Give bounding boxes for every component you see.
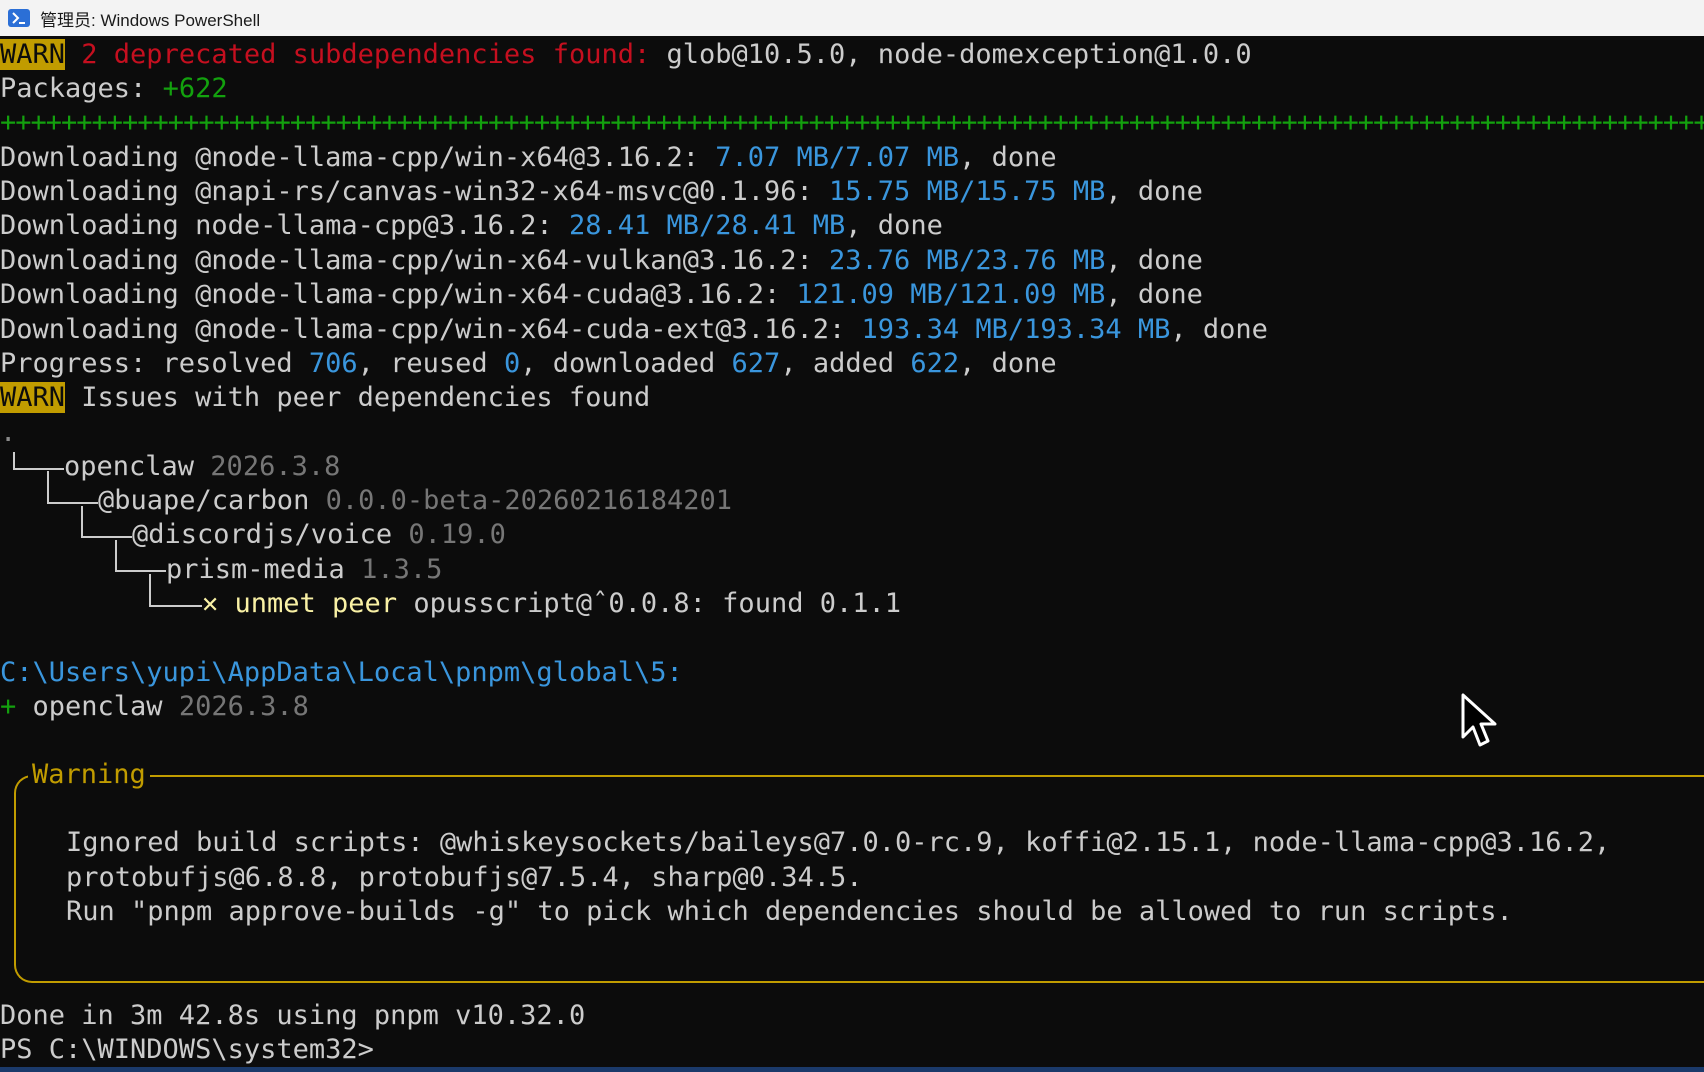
tree-node-prism-media: prism-media 1.3.5 — [166, 554, 443, 585]
warning-text: protobufjs@6.8.8, protobufjs@7.5.4, shar… — [66, 862, 863, 893]
command-prompt[interactable]: PS C:\WINDOWS\system32> — [0, 1033, 374, 1067]
window-titlebar[interactable]: 管理员: Windows PowerShell — [0, 0, 1704, 37]
warning-text: Ignored build scripts: @whiskeysockets/b… — [66, 827, 1611, 858]
terminal-output[interactable]: WARN 2 deprecated subdependencies found:… — [0, 36, 1704, 1072]
done-line: Done in 3m 42.8s using pnpm v10.32.0 — [0, 1000, 586, 1031]
tree-node-carbon: @buape/carbon 0.0.0-beta-20260216184201 — [98, 485, 732, 516]
tree-node-unmet-peer: ✕ unmet peer opusscript@ˆ0.0.8: found 0.… — [202, 588, 901, 619]
powershell-icon — [8, 9, 30, 27]
window-title: 管理员: Windows PowerShell — [40, 10, 261, 30]
tree-node-voice: @discordjs/voice 0.19.0 — [132, 519, 506, 550]
added-package-line: + openclaw 2026.3.8 — [0, 691, 309, 722]
global-path-line: C:\Users\yupi\AppData\Local\pnpm\global\… — [0, 657, 683, 688]
error-x-icon: ✕ — [202, 588, 235, 619]
mouse-pointer-icon — [1461, 693, 1497, 747]
warning-box-title: Warning — [28, 758, 150, 792]
taskbar-edge — [0, 1067, 1704, 1072]
tree-node-openclaw: openclaw 2026.3.8 — [64, 451, 341, 482]
warning-text: Run "pnpm approve-builds -g" to pick whi… — [66, 896, 1513, 927]
